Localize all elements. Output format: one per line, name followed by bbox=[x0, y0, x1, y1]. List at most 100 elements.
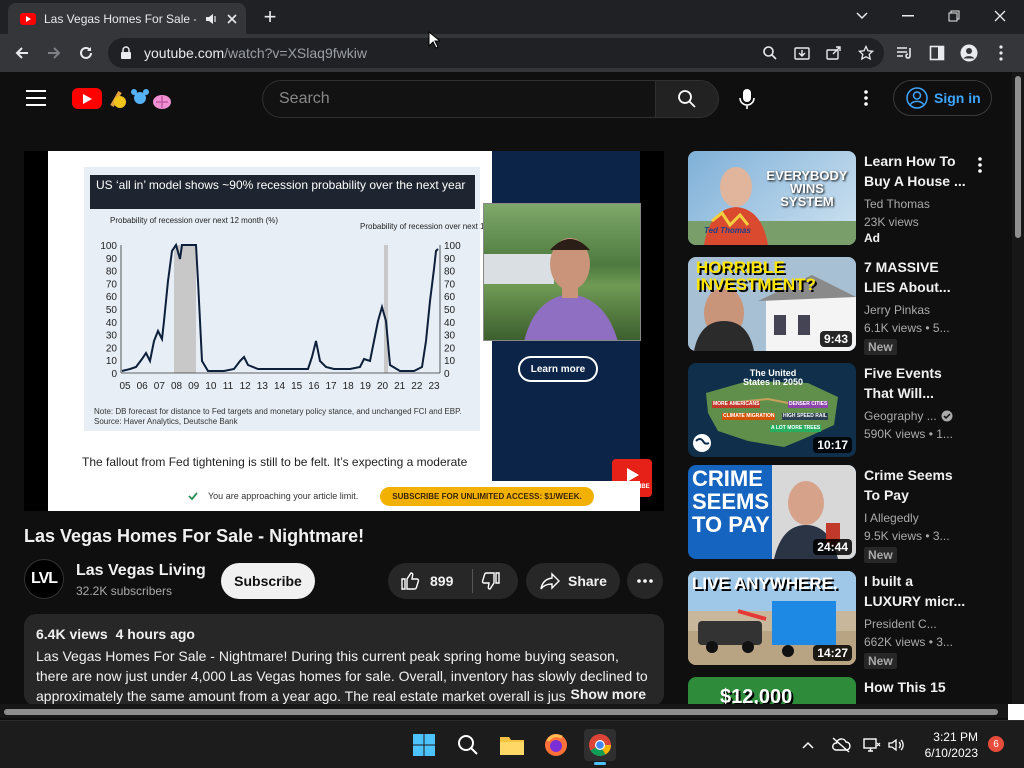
recommendation-item[interactable]: CRIME SEEMS TO PAY 24:44 Crime Seems To … bbox=[688, 465, 1008, 563]
x-tick-label: 22 bbox=[411, 381, 423, 392]
chrome-icon[interactable] bbox=[584, 729, 616, 765]
media-controls-icon[interactable] bbox=[894, 42, 916, 64]
network-icon[interactable] bbox=[860, 729, 884, 761]
minimize-icon[interactable] bbox=[888, 4, 928, 28]
restore-icon[interactable] bbox=[934, 4, 974, 28]
lock-icon[interactable] bbox=[120, 46, 132, 60]
recommendation-info: How This 15 bbox=[864, 677, 974, 697]
recommendation-thumbnail[interactable]: LIVE ANYWHERE. 14:27 bbox=[688, 571, 856, 665]
recession-shade-2020 bbox=[384, 245, 388, 373]
share-page-icon[interactable] bbox=[826, 45, 842, 61]
address-bar[interactable]: youtube.com/watch?v=XSlaq9fwkiw bbox=[108, 38, 884, 68]
youtube-logo[interactable] bbox=[72, 88, 102, 109]
y-tick-label: 20 bbox=[106, 343, 118, 354]
recommendation-title[interactable]: Learn How To Buy A House ... bbox=[864, 151, 968, 191]
close-window-icon[interactable] bbox=[980, 4, 1020, 28]
recommendation-thumbnail[interactable]: CRIME SEEMS TO PAY 24:44 bbox=[688, 465, 856, 559]
item-menu-icon[interactable] bbox=[972, 155, 988, 175]
firefox-icon[interactable] bbox=[540, 729, 572, 761]
recommendation-item[interactable]: LIVE ANYWHERE. 14:27 I built a LUXURY mi… bbox=[688, 571, 1008, 669]
channel-name[interactable]: Las Vegas Living bbox=[76, 562, 206, 580]
install-app-icon[interactable] bbox=[794, 45, 810, 61]
recommendation-title[interactable]: Five Events That Will... bbox=[864, 363, 968, 403]
recommendation-info: Learn How To Buy A House ... Ted Thomas … bbox=[864, 151, 974, 245]
recommendation-channel[interactable]: Jerry Pinkas bbox=[864, 301, 984, 319]
recommendation-item[interactable]: $12,000 How This 15 bbox=[688, 677, 1008, 704]
recommendation-channel[interactable]: Geography ... bbox=[864, 407, 937, 425]
taskbar-search-icon[interactable] bbox=[452, 729, 484, 761]
recommendation-item[interactable]: HORRIBLE INVESTMENT? 9:43 7 MASSIVE LIES… bbox=[688, 257, 1008, 356]
description-box[interactable]: 6.4K views 4 hours ago Las Vegas Homes Fo… bbox=[24, 614, 664, 706]
y-tick-label: 60 bbox=[106, 292, 118, 303]
browser-menu-icon[interactable] bbox=[990, 42, 1012, 64]
recommendation-channel[interactable]: I Allegedly bbox=[864, 509, 984, 527]
y-tick-label: 10 bbox=[444, 356, 456, 367]
back-arrow-icon[interactable] bbox=[10, 41, 34, 65]
horizontal-scrollbar[interactable] bbox=[0, 704, 1012, 718]
windows-start-icon[interactable] bbox=[408, 729, 440, 761]
clock[interactable]: 3:21 PM 6/10/2023 bbox=[918, 729, 978, 761]
recommendation-thumbnail[interactable]: HORRIBLE INVESTMENT? 9:43 bbox=[688, 257, 856, 351]
recommendation-channel[interactable]: Ted Thomas bbox=[864, 195, 984, 213]
dislike-button[interactable] bbox=[478, 569, 504, 593]
zoom-search-icon[interactable] bbox=[762, 45, 778, 61]
reload-icon[interactable] bbox=[74, 41, 98, 65]
settings-menu-icon[interactable] bbox=[854, 86, 878, 110]
tab-search-chevron-icon[interactable] bbox=[842, 4, 882, 28]
learn-more-button[interactable]: Learn more bbox=[518, 356, 598, 382]
cloud-offline-icon[interactable] bbox=[828, 729, 854, 761]
speaker-icon[interactable] bbox=[204, 12, 218, 26]
volume-icon[interactable] bbox=[884, 729, 908, 761]
new-badge: New bbox=[864, 653, 897, 669]
more-actions-button[interactable] bbox=[627, 563, 663, 599]
right-axis-label: Probability of recession over next 12 mo… bbox=[360, 222, 484, 231]
recommendation-channel[interactable]: President C... bbox=[864, 615, 984, 633]
bookmark-star-icon[interactable] bbox=[858, 45, 874, 61]
voice-search-button[interactable] bbox=[728, 80, 766, 118]
x-tick-label: 21 bbox=[394, 381, 406, 392]
video-player[interactable]: US ‘all in’ model shows ~90% recession p… bbox=[24, 151, 664, 511]
notification-badge[interactable]: 6 bbox=[988, 736, 1004, 752]
recommendation-item[interactable]: The United States in 2050 MORE AMERICANS… bbox=[688, 363, 1008, 459]
horizontal-scroll-thumb[interactable] bbox=[4, 709, 998, 715]
vertical-scroll-thumb[interactable] bbox=[1015, 76, 1021, 238]
forward-arrow-icon[interactable] bbox=[42, 41, 66, 65]
recommendation-thumbnail[interactable]: EVERYBODY WINS SYSTEM Ted Thomas bbox=[688, 151, 856, 245]
vertical-scrollbar[interactable] bbox=[1012, 72, 1024, 704]
browser-tab-active[interactable]: Las Vegas Homes For Sale - N bbox=[8, 3, 246, 34]
recommendation-title[interactable]: 7 MASSIVE LIES About... bbox=[864, 257, 968, 297]
y-tick-label: 70 bbox=[444, 279, 456, 290]
subscribe-button[interactable]: Subscribe bbox=[221, 563, 315, 599]
share-label: Share bbox=[568, 573, 607, 589]
recommendation-title[interactable]: Crime Seems To Pay bbox=[864, 465, 968, 505]
x-tick-label: 11 bbox=[223, 381, 234, 392]
recommendation-info: 7 MASSIVE LIES About... Jerry Pinkas 6.1… bbox=[864, 257, 974, 356]
x-tick-label: 15 bbox=[291, 381, 303, 392]
share-button[interactable]: Share bbox=[526, 563, 620, 599]
thumbnail-caption: HORRIBLE INVESTMENT? bbox=[696, 258, 816, 294]
recommendation-thumbnail[interactable]: $12,000 bbox=[688, 677, 856, 704]
profile-icon[interactable] bbox=[958, 42, 980, 64]
close-tab-icon[interactable] bbox=[226, 13, 238, 25]
file-explorer-icon[interactable] bbox=[496, 729, 528, 761]
side-panel-icon[interactable] bbox=[926, 42, 948, 64]
sign-in-button[interactable]: Sign in bbox=[893, 80, 992, 116]
search-button[interactable] bbox=[655, 80, 719, 118]
y-ticks-right: 1009080706050403020100 bbox=[444, 241, 461, 380]
recommendation-title[interactable]: I built a LUXURY micr... bbox=[864, 571, 968, 611]
show-more-button[interactable]: Show more bbox=[564, 686, 646, 702]
y-tick-label: 70 bbox=[106, 279, 118, 290]
search-input[interactable] bbox=[279, 90, 655, 108]
recommendation-thumbnail[interactable]: The United States in 2050 MORE AMERICANS… bbox=[688, 363, 856, 457]
hamburger-menu-icon[interactable] bbox=[26, 90, 46, 106]
new-tab-button[interactable]: + bbox=[258, 6, 282, 30]
like-button[interactable]: 899 bbox=[388, 563, 472, 599]
recommendation-title[interactable]: How This 15 bbox=[864, 677, 968, 697]
doodle-logo-icon[interactable] bbox=[104, 86, 176, 112]
check-icon bbox=[188, 492, 198, 501]
show-hidden-icons-chevron-icon[interactable] bbox=[796, 729, 820, 761]
channel-avatar[interactable]: LVL bbox=[24, 559, 64, 599]
sign-in-label: Sign in bbox=[934, 90, 981, 106]
thumbs-up-icon bbox=[401, 572, 420, 590]
recommendation-item[interactable]: EVERYBODY WINS SYSTEM Ted Thomas Learn H… bbox=[688, 151, 1008, 247]
